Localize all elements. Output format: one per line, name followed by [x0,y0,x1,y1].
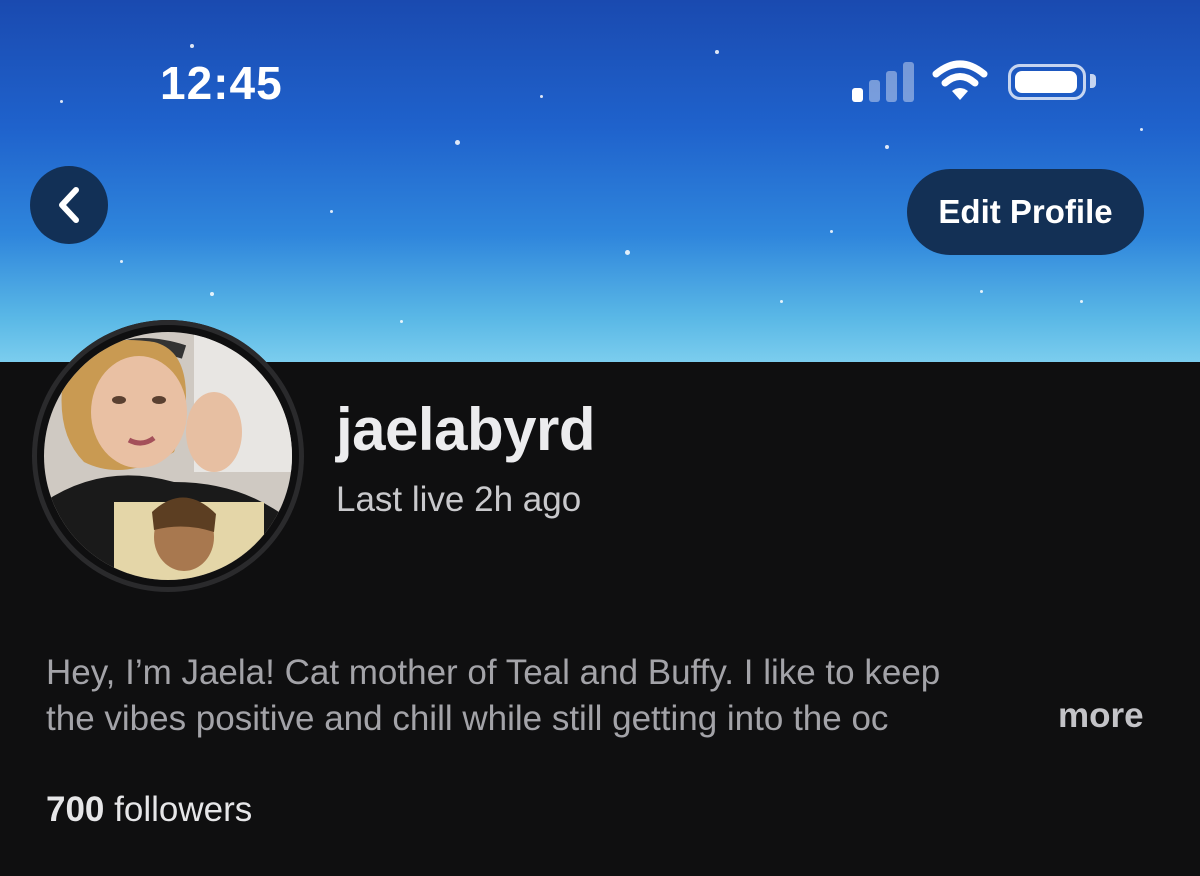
battery-cap [1090,74,1096,88]
username: jaelabyrd [336,396,595,463]
avatar-image [44,332,292,580]
chevron-left-icon [59,187,79,223]
last-live-status: Last live 2h ago [336,480,582,519]
cellular-signal-icon [852,60,914,102]
back-button[interactable] [30,166,108,244]
wifi-icon [932,60,988,102]
followers-label: followers [114,790,253,829]
bio-line-2: the vibes positive and chill while still… [46,699,889,738]
bio-more-link[interactable]: more [1058,696,1144,736]
bio-line-1: Hey, I’m Jaela! Cat mother of Teal and B… [46,653,941,692]
battery-icon [1008,64,1086,100]
followers-count[interactable]: 700 followers [46,790,252,830]
avatar[interactable] [32,320,304,592]
followers-number: 700 [46,790,105,829]
edit-profile-button[interactable]: Edit Profile [907,169,1144,255]
battery-level [1015,71,1077,93]
status-time: 12:45 [160,57,283,109]
status-bar: 12:45 [0,0,1200,130]
bio: Hey, I’m Jaela! Cat mother of Teal and B… [46,650,1106,742]
